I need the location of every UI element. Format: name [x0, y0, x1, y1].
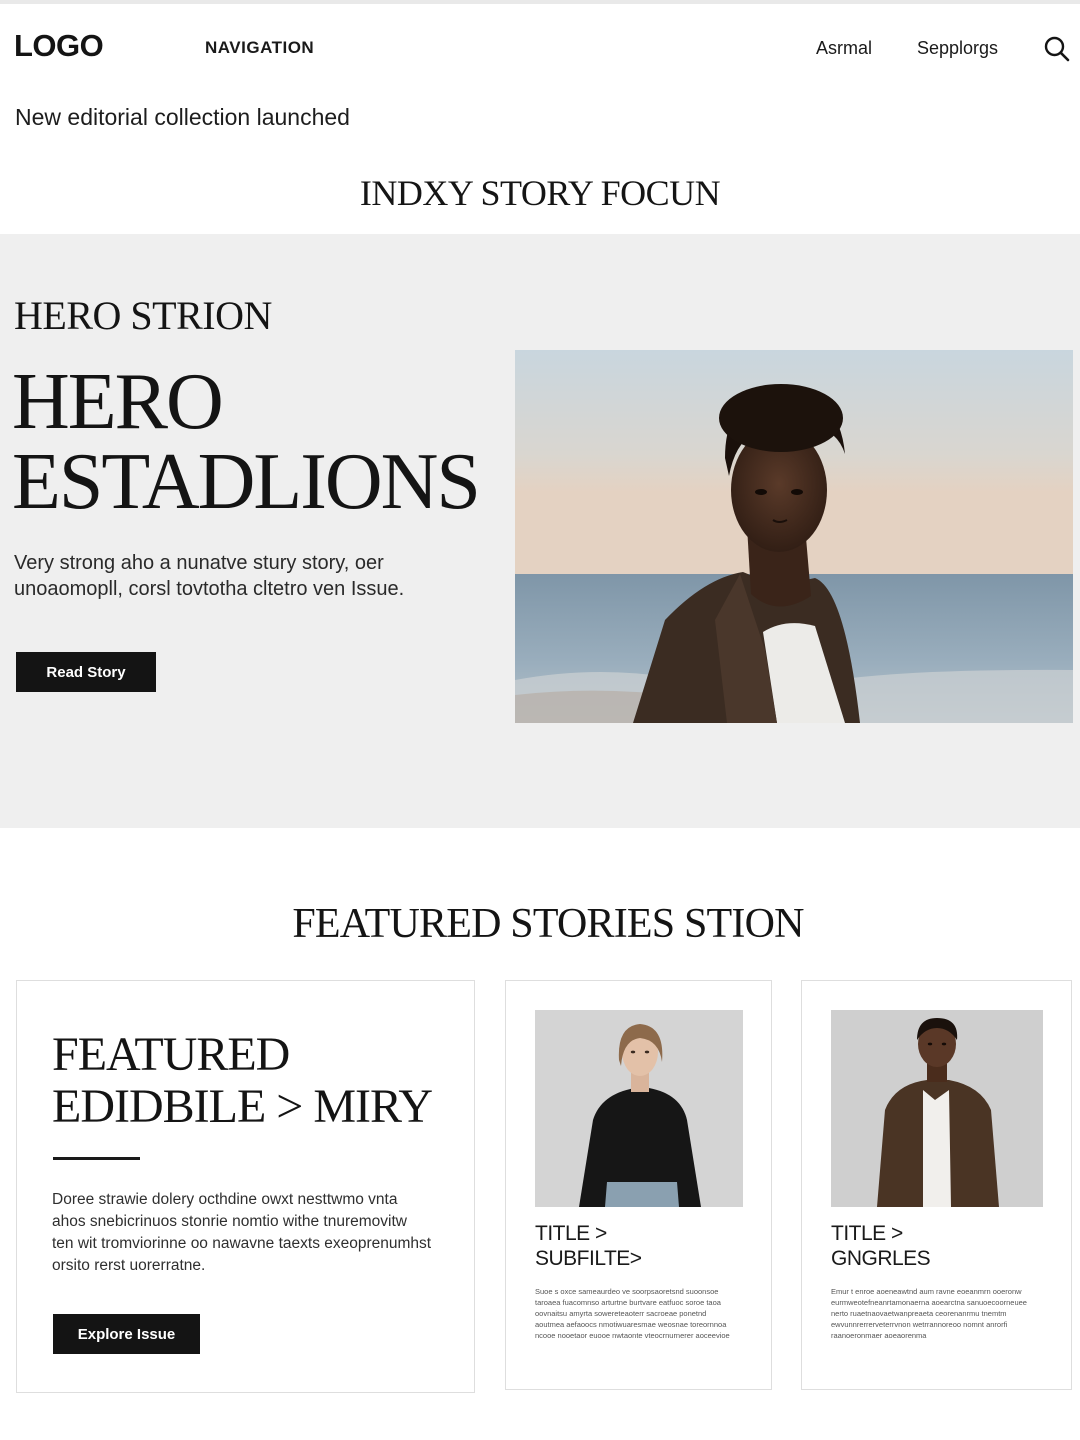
section-kicker: INDXY STORY FOCUN [359, 173, 721, 213]
story-card-2-title-line-1: TITLE > [831, 1222, 903, 1245]
hero-title-line-2: ESTADLIONS [12, 438, 481, 526]
story-card-2-title-line-2: GNGRLES [831, 1247, 931, 1270]
lead-divider [53, 1157, 140, 1160]
featured-heading: FEATURED STORIES STION [292, 901, 804, 947]
story-card-2-title[interactable]: TITLE > GNGRLES [831, 1221, 1051, 1271]
hero-eyebrow: HERO STRION [14, 293, 272, 338]
hero-title: HERO ESTADLIONS [12, 362, 512, 522]
story-card-2-excerpt: Emur t enroe aoeneawtnd aum ravne eoeanm… [831, 1287, 1027, 1340]
story-card-1-photo[interactable] [535, 1010, 743, 1207]
story-card-1-title-line-2: SUBFILTE> [535, 1247, 642, 1270]
read-story-button[interactable]: Read Story [16, 652, 156, 692]
lead-card-title[interactable]: FEATURED EDIDBILE > MIRY [52, 1029, 462, 1133]
lead-title-line-2: EDIDBILE > MIRY [52, 1080, 433, 1133]
featured-lead-card: FEATURED EDIDBILE > MIRY Doree strawie d… [16, 980, 475, 1393]
utility-link-1[interactable]: Asrmal [816, 38, 872, 59]
story-card-1-title[interactable]: TITLE > SUBFILTE> [535, 1221, 755, 1271]
site-header: LOGO NAVIGATION Asrmal Sepplorgs [0, 4, 1080, 90]
hero-title-line-1: HERO [12, 358, 224, 446]
explore-issue-button[interactable]: Explore Issue [53, 1314, 200, 1354]
hero-section: HERO STRION HERO ESTADLIONS Very strong … [0, 234, 1080, 828]
hero-photo[interactable] [515, 350, 1073, 723]
navigation-link[interactable]: NAVIGATION [205, 38, 314, 58]
utility-link-2[interactable]: Sepplorgs [917, 38, 998, 59]
announcement-text: New editorial collection launched [15, 104, 350, 130]
story-card-1-title-line-1: TITLE > [535, 1222, 607, 1245]
story-card-1-excerpt: Suoe s oxce sameaurdeo ve soorpsaoretsnd… [535, 1287, 730, 1340]
lead-title-line-1: FEATURED [52, 1028, 290, 1081]
story-card-1[interactable]: TITLE > SUBFILTE> Suoe s oxce sameaurdeo… [505, 980, 772, 1390]
lead-card-description: Doree strawie dolery octhdine owxt nestt… [52, 1191, 432, 1274]
hero-description: Very strong aho a nunatve stury story, o… [14, 552, 405, 600]
story-card-2[interactable]: TITLE > GNGRLES Emur t enroe aoeneawtnd … [801, 980, 1072, 1390]
logo[interactable]: LOGO [14, 28, 104, 64]
search-icon [1044, 36, 1070, 62]
story-card-2-photo[interactable] [831, 1010, 1043, 1207]
search-button[interactable] [1042, 34, 1072, 64]
